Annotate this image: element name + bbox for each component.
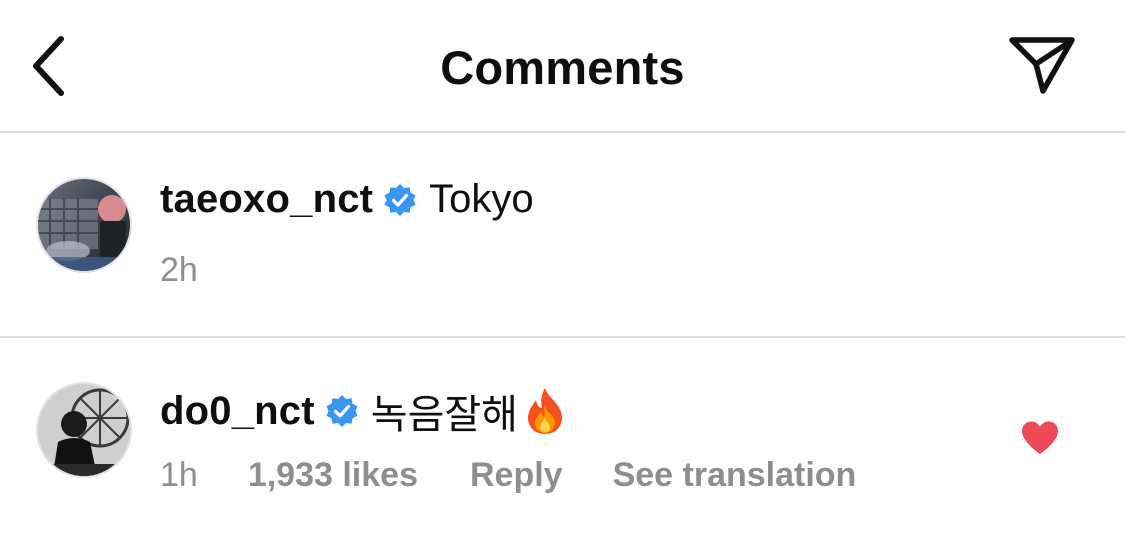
- comments-header: Comments: [0, 0, 1125, 132]
- comment-row: do0_nct 녹음잘해 1h 1,933 likes Reply See tr…: [0, 338, 1125, 518]
- paper-plane-icon: [1009, 37, 1075, 94]
- comment-row: taeoxo_nct Tokyo 2h: [0, 133, 1125, 313]
- comment-username[interactable]: taeoxo_nct: [160, 177, 373, 222]
- share-button[interactable]: [1000, 30, 1084, 100]
- like-heart-icon[interactable]: [1020, 420, 1060, 456]
- comment-time: 2h: [160, 251, 198, 289]
- avatar[interactable]: [36, 177, 132, 273]
- avatar[interactable]: [36, 382, 132, 478]
- comment-text: Tokyo: [429, 177, 534, 221]
- comment-text: 녹음잘해: [370, 393, 518, 437]
- likes-count[interactable]: 1,933 likes: [248, 456, 418, 495]
- comment-username[interactable]: do0_nct: [160, 389, 315, 434]
- fire-emoji-icon: [522, 386, 568, 436]
- see-translation-button[interactable]: See translation: [613, 456, 857, 495]
- comment-time: 1h: [160, 456, 198, 494]
- verified-badge-icon: [325, 394, 359, 428]
- verified-badge-icon: [383, 183, 417, 217]
- page-title: Comments: [440, 41, 685, 94]
- reply-button[interactable]: Reply: [470, 456, 563, 495]
